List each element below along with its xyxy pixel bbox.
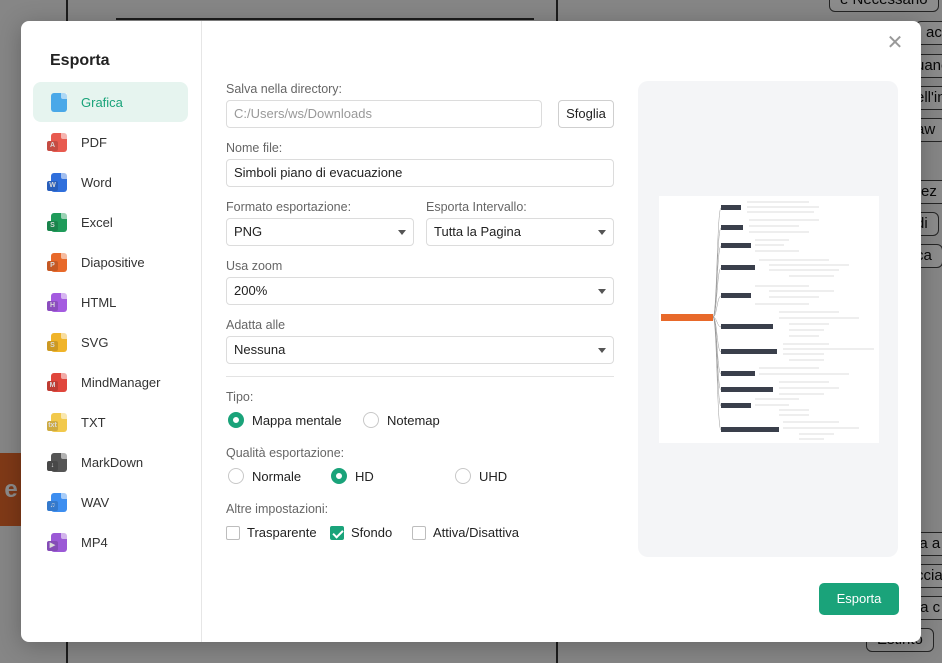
menu-item-label: Word (81, 174, 112, 190)
type-radio-mindmap[interactable]: Mappa mentale (228, 412, 342, 428)
menu-item-grafica[interactable]: Grafica (33, 82, 188, 122)
type-option-label: Notemap (387, 412, 440, 428)
menu-item-word[interactable]: W Word (33, 162, 188, 202)
fit-select[interactable]: Nessuna (226, 336, 614, 364)
format-value: PNG (234, 224, 263, 239)
image-icon (51, 92, 67, 112)
quality-option-label: HD (355, 468, 374, 484)
chevron-down-icon (598, 230, 606, 235)
toggle-checkbox[interactable]: Attiva/Disattiva (412, 525, 519, 540)
menu-item-excel[interactable]: S Excel (33, 202, 188, 242)
menu-item-label: SVG (81, 334, 109, 350)
filename-input[interactable]: Simboli piano di evacuazione (226, 159, 614, 187)
zoom-select[interactable]: 200% (226, 277, 614, 305)
checkbox-icon (226, 525, 240, 540)
quality-option-label: Normale (252, 468, 302, 484)
type-option-label: Mappa mentale (252, 412, 342, 428)
export-dialog: Esporta Grafica A PDF W Word S Excel P Diapositi… (21, 21, 921, 642)
export-button[interactable]: Esporta (819, 583, 899, 615)
quality-radio-uhd[interactable]: UHD (455, 468, 507, 484)
radio-icon (228, 412, 244, 428)
type-radio-notemap[interactable]: Notemap (363, 412, 440, 428)
menu-item-label: MP4 (81, 534, 108, 550)
range-value: Tutta la Pagina (434, 224, 521, 239)
mp4-icon: ▶ (47, 532, 67, 552)
menu-item-wav[interactable]: ♫ WAV (33, 482, 188, 522)
pdf-icon: A (47, 132, 67, 152)
dialog-title: Esporta (50, 52, 110, 69)
txt-icon: txt (47, 412, 67, 432)
export-format-menu: Grafica A PDF W Word S Excel P Diapositive H HTML S… (33, 82, 188, 562)
quality-label: Qualità esportazione: (226, 446, 345, 460)
type-label: Tipo: (226, 390, 254, 404)
radio-icon (363, 412, 379, 428)
fit-label: Adatta alle (226, 318, 286, 332)
menu-item-mp4[interactable]: ▶ MP4 (33, 522, 188, 562)
menu-item-label: WAV (81, 494, 110, 510)
svg-icon: S (47, 332, 67, 352)
quality-radio-hd[interactable]: HD (331, 468, 374, 484)
chevron-down-icon (598, 348, 606, 353)
menu-item-label: MindManager (81, 374, 161, 390)
mindmanager-icon: M (47, 372, 67, 392)
transparent-checkbox[interactable]: Trasparente (226, 525, 317, 540)
menu-item-html[interactable]: H HTML (33, 282, 188, 322)
menu-item-label: HTML (81, 294, 117, 310)
menu-item-pdf[interactable]: A PDF (33, 122, 188, 162)
checkbox-label: Sfondo (351, 525, 393, 540)
menu-item-label: PDF (81, 134, 107, 150)
directory-input[interactable]: C:/Users/ws/Downloads (226, 100, 542, 128)
divider (226, 376, 614, 377)
mindmap-preview-image (659, 196, 879, 443)
fit-value: Nessuna (234, 342, 286, 357)
html-icon: H (47, 292, 67, 312)
radio-icon (455, 468, 471, 484)
checkbox-label: Trasparente (247, 525, 317, 540)
zoom-value: 200% (234, 283, 268, 298)
menu-item-label: Excel (81, 214, 113, 230)
mindmap-thumbnail (661, 201, 874, 440)
format-label: Formato esportazione: (226, 200, 352, 214)
markdown-icon: ↓ (47, 452, 67, 472)
menu-item-label: Diapositive (81, 254, 145, 270)
quality-radio-normal[interactable]: Normale (228, 468, 301, 484)
background-checkbox[interactable]: Sfondo (330, 525, 392, 540)
menu-item-mindmanager[interactable]: M MindManager (33, 362, 188, 402)
menu-item-label: TXT (81, 414, 106, 430)
menu-item-svg[interactable]: S SVG (33, 322, 188, 362)
excel-icon: S (47, 212, 67, 232)
browse-button[interactable]: Sfoglia (558, 100, 614, 128)
checkbox-icon (412, 525, 426, 540)
close-icon[interactable]: ✕ (885, 33, 905, 53)
radio-icon (331, 468, 347, 484)
range-select[interactable]: Tutta la Pagina (426, 218, 614, 246)
filename-label: Nome file: (226, 141, 283, 155)
radio-icon (228, 468, 244, 484)
directory-label: Salva nella directory: (226, 82, 343, 96)
check-icon (330, 525, 344, 540)
checkbox-label: Attiva/Disattiva (433, 525, 519, 540)
export-sidebar: Esporta Grafica A PDF W Word S Excel P Diapositi… (21, 21, 202, 642)
range-label: Esporta Intervallo: (426, 200, 527, 214)
menu-item-label: Grafica (81, 94, 123, 110)
slides-icon: P (47, 252, 67, 272)
format-select[interactable]: PNG (226, 218, 414, 246)
chevron-down-icon (398, 230, 406, 235)
export-preview-panel (638, 81, 898, 557)
wav-icon: ♫ (47, 492, 67, 512)
zoom-label: Usa zoom (226, 259, 283, 273)
menu-item-diapositive[interactable]: P Diapositive (33, 242, 188, 282)
other-settings-label: Altre impostazioni: (226, 502, 329, 516)
quality-option-label: UHD (479, 468, 508, 484)
menu-item-txt[interactable]: txt TXT (33, 402, 188, 442)
menu-item-label: MarkDown (81, 454, 144, 470)
chevron-down-icon (598, 289, 606, 294)
menu-item-markdown[interactable]: ↓ MarkDown (33, 442, 188, 482)
word-icon: W (47, 172, 67, 192)
